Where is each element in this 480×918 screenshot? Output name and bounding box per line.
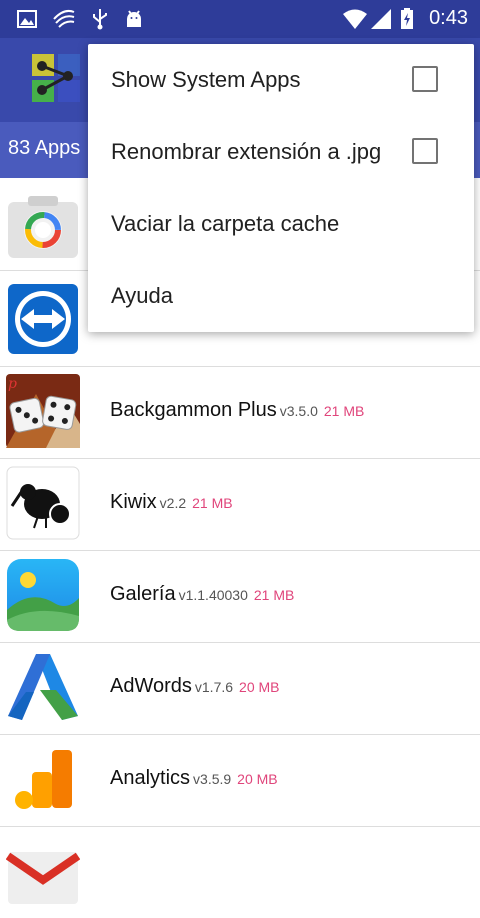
list-item[interactable]: AdWords v1.7.6 20 MB [0,642,480,735]
status-bar: 0:43 [0,0,480,38]
menu-item-label: Show System Apps [111,67,301,92]
app-size: 20 MB [237,771,278,787]
app-info: Galería v1.1.40030 21 MB [110,583,294,606]
menu-item-rename-extension[interactable]: Renombrar extensión a .jpg [88,116,474,188]
app-size: 20 MB [239,679,280,695]
backgammon-icon: p [6,374,80,448]
menu-item-label: Renombrar extensión a .jpg [111,139,382,164]
battery-charging-icon [400,8,414,34]
swiftkey-icon [52,8,76,34]
gallery-icon [6,558,80,632]
app-info: Backgammon Plus v3.5.0 21 MB [110,399,364,422]
rename-extension-checkbox[interactable] [412,138,438,164]
list-item[interactable]: Galería v1.1.40030 21 MB [0,550,480,643]
app-version: v2.2 [159,495,187,511]
app-size: 21 MB [253,587,295,603]
menu-item-label: Ayuda [111,283,173,308]
app-version: v3.5.9 [193,771,232,787]
kiwix-icon [6,466,80,540]
menu-item-show-system-apps[interactable]: Show System Apps [88,44,474,116]
app-logo-icon [30,52,82,104]
signal-icon [370,8,392,34]
app-info [110,859,119,882]
camera-icon [6,186,80,260]
app-name: Analytics [110,767,191,789]
analytics-icon [6,742,80,816]
show-system-apps-checkbox[interactable] [412,66,438,92]
teamviewer-icon [6,282,80,356]
android-debug-icon [124,8,144,34]
menu-item-clear-cache[interactable]: Vaciar la carpeta cache [88,188,474,260]
app-name: Backgammon Plus [110,399,277,421]
gmail-icon [5,834,81,908]
wifi-icon [342,8,368,34]
menu-item-label: Vaciar la carpeta cache [111,211,340,236]
menu-item-help[interactable]: Ayuda [88,260,474,332]
app-info: AdWords v1.7.6 20 MB [110,675,280,698]
list-item[interactable]: Kiwix v2.2 21 MB [0,458,480,551]
list-item[interactable] [0,826,480,918]
app-name: Galería [110,583,176,605]
adwords-icon [6,650,80,724]
list-item[interactable]: Analytics v3.5.9 20 MB [0,734,480,827]
app-size: 21 MB [323,403,365,419]
svg-text:p: p [8,376,17,392]
overflow-menu: Show System Apps Renombrar extensión a .… [88,44,474,332]
app-version: v3.5.0 [279,403,318,419]
app-name: Kiwix [110,491,157,513]
app-info: Kiwix v2.2 21 MB [110,491,233,514]
list-item[interactable]: p Backgammon Plus v3.5.0 21 MB [0,366,480,459]
status-time: 0:43 [429,7,468,29]
image-notification-icon [16,8,38,34]
app-size: 21 MB [192,495,233,511]
app-version: v1.7.6 [194,679,234,695]
app-count: 83 Apps [8,137,81,159]
app-version: v1.1.40030 [178,587,248,603]
usb-icon [90,8,110,34]
app-name: AdWords [110,675,192,697]
app-info: Analytics v3.5.9 20 MB [110,767,278,790]
